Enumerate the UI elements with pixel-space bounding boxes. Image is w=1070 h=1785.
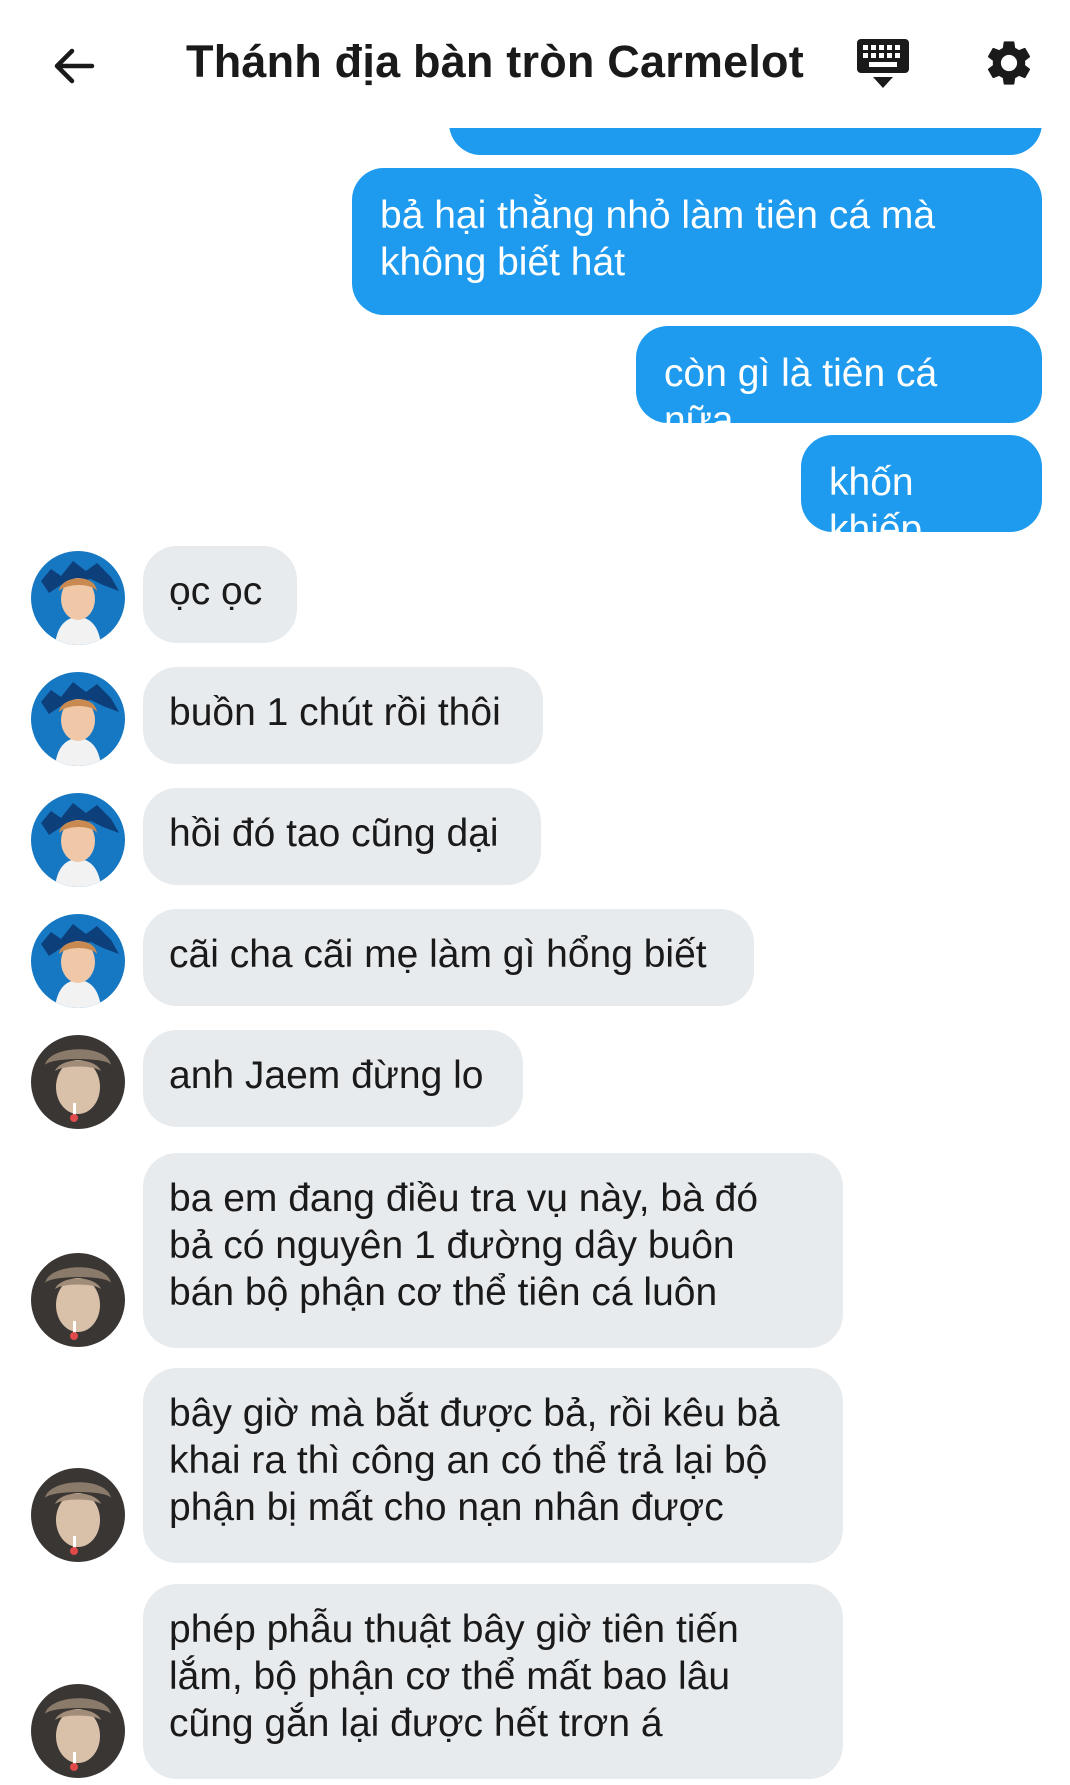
outgoing-message-partial[interactable] <box>449 128 1042 155</box>
keyboard-icon <box>857 39 909 88</box>
conversation-title: Thánh địa bàn tròn Carmelot <box>186 36 804 87</box>
incoming-message[interactable]: hồi đó tao cũng dại <box>143 788 541 885</box>
outgoing-message[interactable]: khốn khiếp <box>801 435 1042 551</box>
arrow-left-icon <box>54 48 95 84</box>
incoming-message[interactable]: anh Jaem đừng lo <box>143 1030 523 1127</box>
gear-icon <box>987 41 1031 85</box>
avatar-chenle[interactable] <box>31 1035 125 1129</box>
avatar-chenle[interactable] <box>31 1684 125 1778</box>
message-list[interactable]: bả hại thằng nhỏ làm tiên cá mà không bi… <box>0 128 1070 1785</box>
back-button[interactable] <box>38 30 110 102</box>
incoming-message[interactable]: cãi cha cãi mẹ làm gì hổng biết <box>143 909 754 1006</box>
incoming-message[interactable]: ọc ọc <box>143 546 297 643</box>
keyboard-button[interactable] <box>850 32 916 96</box>
chat-header: Thánh địa bàn tròn Carmelot <box>0 0 1070 128</box>
incoming-message[interactable]: phép phẫu thuật bây giờ tiên tiến lắm, b… <box>143 1584 843 1779</box>
incoming-message[interactable]: ba em đang điều tra vụ này, bà đó bả có … <box>143 1153 843 1348</box>
avatar-jaemin[interactable] <box>31 551 125 645</box>
outgoing-message[interactable]: bả hại thằng nhỏ làm tiên cá mà không bi… <box>352 168 1042 315</box>
incoming-message[interactable]: buồn 1 chút rồi thôi <box>143 667 543 764</box>
outgoing-message[interactable]: còn gì là tiên cá nữa <box>636 326 1042 442</box>
avatar-jaemin[interactable] <box>31 793 125 887</box>
settings-button[interactable] <box>976 30 1042 96</box>
avatar-jaemin[interactable] <box>31 672 125 766</box>
avatar-jaemin[interactable] <box>31 914 125 1008</box>
incoming-message[interactable]: bây giờ mà bắt được bả, rồi kêu bả khai … <box>143 1368 843 1563</box>
avatar-chenle[interactable] <box>31 1468 125 1562</box>
avatar-chenle[interactable] <box>31 1253 125 1347</box>
